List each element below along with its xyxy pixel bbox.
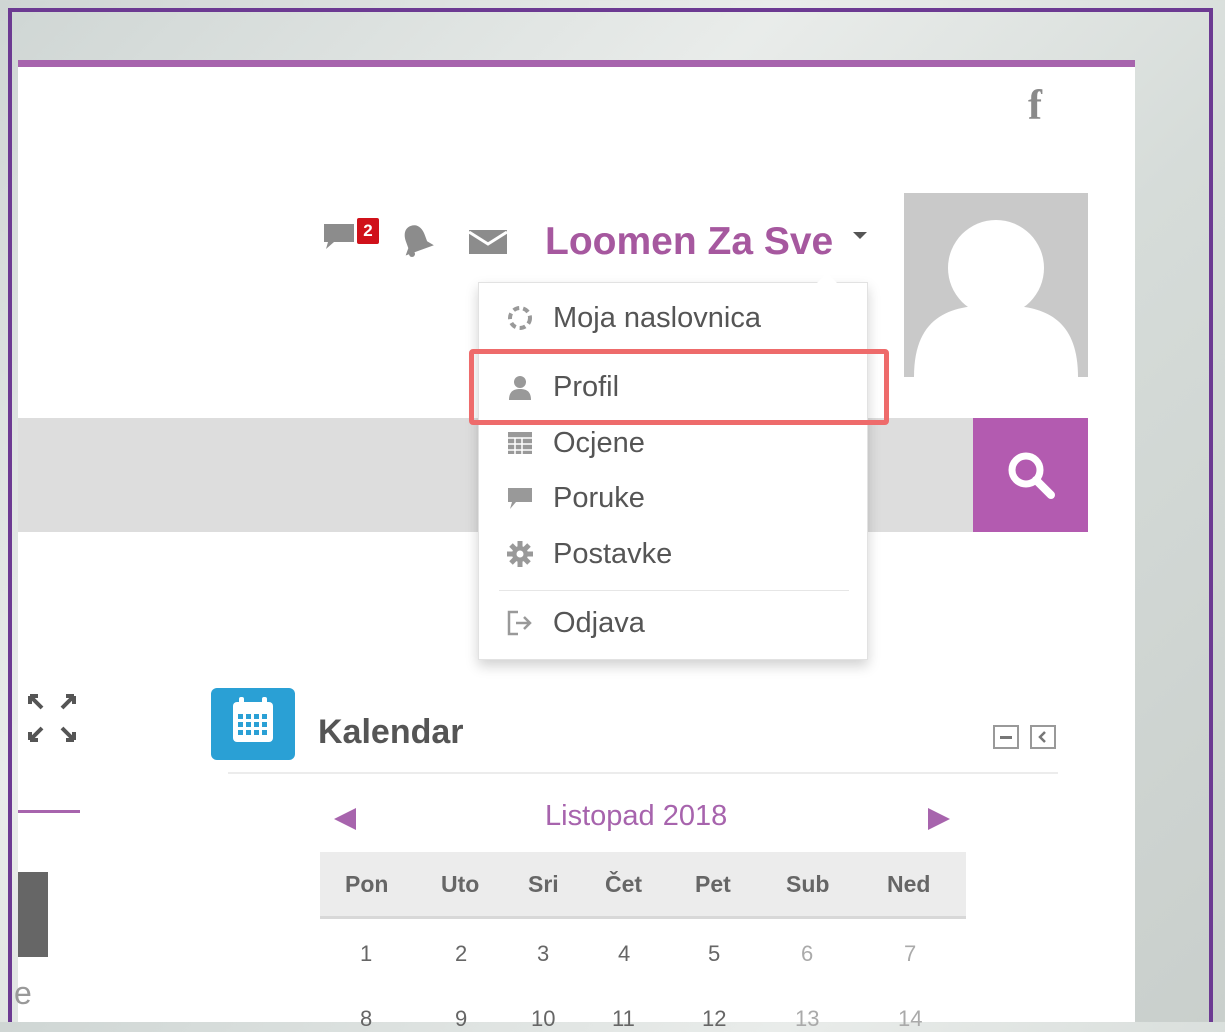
dashboard-icon <box>505 303 535 333</box>
expand-icon[interactable] <box>24 690 80 746</box>
menu-item-label: Odjava <box>553 606 645 639</box>
previous-month-arrow-icon[interactable] <box>334 808 356 830</box>
menu-item-logout[interactable]: Odjava <box>479 599 867 647</box>
mail-icon[interactable] <box>468 228 508 256</box>
menu-item-label: Poruke <box>553 481 645 514</box>
next-month-arrow-icon[interactable] <box>928 808 950 830</box>
menu-item-grades[interactable]: Ocjene <box>479 419 867 467</box>
notification-badge: 2 <box>357 218 379 244</box>
calendar-day[interactable]: 13 <box>795 1006 819 1032</box>
weekday-label: Sub <box>786 871 830 897</box>
calendar-day[interactable]: 4 <box>618 941 630 967</box>
calendar-month-label[interactable]: Listopad 2018 <box>545 800 727 833</box>
weekday-label: Uto <box>441 871 480 897</box>
calendar-day[interactable]: 1 <box>360 941 372 967</box>
dropdown-arrow <box>817 273 837 283</box>
truncated-text: e <box>14 975 32 1011</box>
message-icon <box>505 483 535 513</box>
user-dropdown-menu: Moja naslovnica Profil Ocjene Poruke Pos… <box>478 273 868 660</box>
truncated-heading-glyph <box>18 872 48 957</box>
calendar-day[interactable]: 12 <box>702 1006 726 1032</box>
dock-block-icon[interactable] <box>1030 725 1056 749</box>
chevron-down-icon[interactable] <box>853 232 867 239</box>
weekday-label: Pon <box>345 871 389 897</box>
chat-icon[interactable] <box>322 222 356 250</box>
gear-icon <box>505 539 535 569</box>
weekday-label: Čet <box>605 871 643 897</box>
menu-item-settings[interactable]: Postavke <box>479 530 867 578</box>
calendar-day[interactable]: 6 <box>801 941 813 967</box>
menu-item-messages[interactable]: Poruke <box>479 474 867 522</box>
calendar-icon <box>211 688 295 760</box>
calendar-day[interactable]: 10 <box>531 1006 555 1032</box>
menu-item-label: Postavke <box>553 537 673 570</box>
calendar-weekday-header <box>320 852 966 919</box>
menu-divider <box>499 590 849 591</box>
calendar-day[interactable]: 2 <box>455 941 467 967</box>
weekday-label: Pet <box>695 871 731 897</box>
calendar-day[interactable]: 3 <box>537 941 549 967</box>
weekday-label: Sri <box>528 871 559 897</box>
menu-item-label: Ocjene <box>553 426 645 459</box>
collapse-block-icon[interactable] <box>993 725 1019 749</box>
calendar-day[interactable]: 8 <box>360 1006 372 1032</box>
weekday-label: Ned <box>887 871 931 897</box>
calendar-day[interactable]: 11 <box>612 1006 635 1032</box>
avatar[interactable] <box>904 193 1088 377</box>
facebook-icon[interactable]: f <box>1028 85 1042 127</box>
default-avatar-icon <box>914 220 1078 377</box>
calendar-block-title: Kalendar <box>318 713 464 751</box>
profile-highlight-box <box>469 349 889 425</box>
calendar-day[interactable]: 14 <box>898 1006 922 1032</box>
logout-icon <box>505 608 535 638</box>
menu-item-label: Moja naslovnica <box>553 301 761 334</box>
calendar-day[interactable]: 5 <box>708 941 720 967</box>
left-divider <box>18 810 80 813</box>
bell-icon[interactable] <box>398 222 434 258</box>
search-button[interactable] <box>973 418 1088 532</box>
grades-table-icon <box>505 428 535 458</box>
search-icon <box>1008 452 1055 499</box>
calendar-divider <box>228 772 1058 774</box>
calendar-day[interactable]: 7 <box>904 941 916 967</box>
user-menu-toggle[interactable]: Loomen Za Sve <box>545 222 833 261</box>
calendar-day[interactable]: 9 <box>455 1006 467 1032</box>
menu-item-dashboard[interactable]: Moja naslovnica <box>479 294 867 342</box>
